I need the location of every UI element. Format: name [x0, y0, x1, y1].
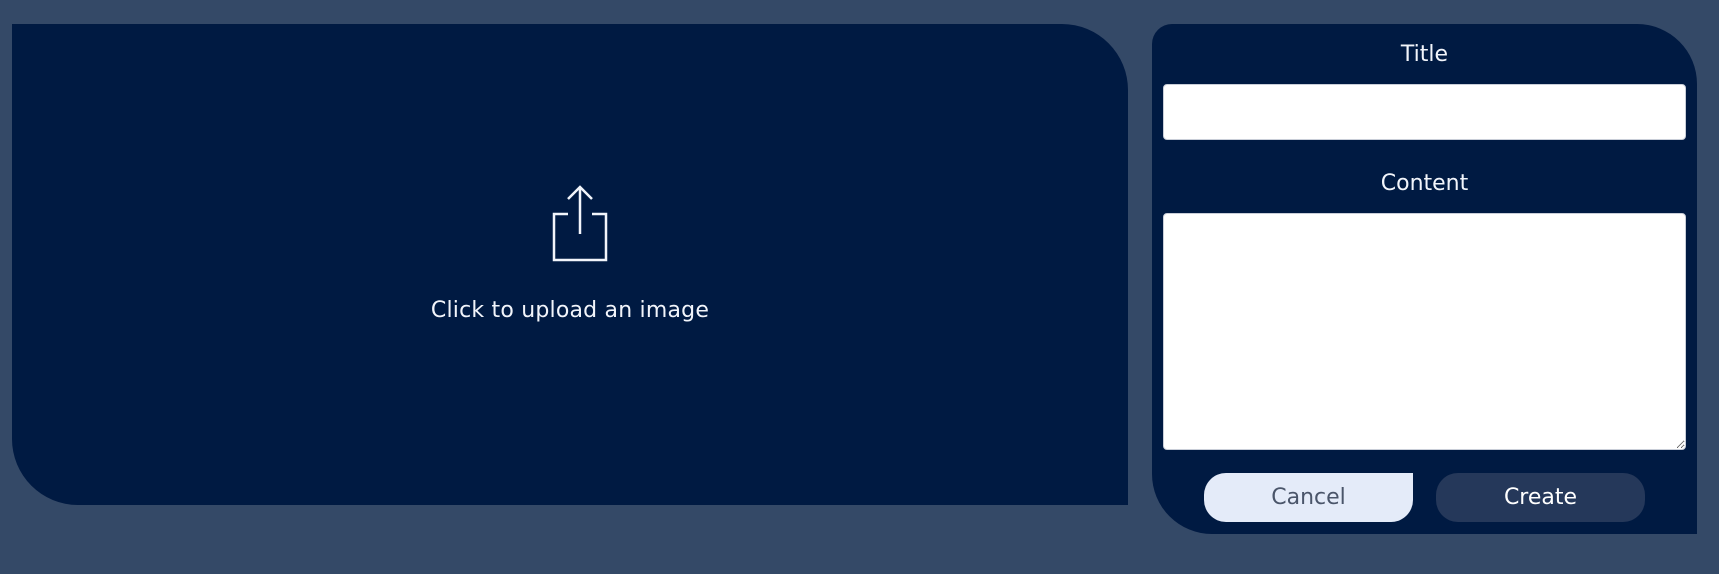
upload-icon: [552, 185, 608, 262]
upload-prompt-text: Click to upload an image: [430, 298, 710, 323]
title-label: Title: [1400, 42, 1449, 67]
cancel-button[interactable]: Cancel: [1204, 473, 1413, 522]
title-input[interactable]: [1163, 84, 1686, 140]
content-label: Content: [1380, 171, 1469, 196]
content-textarea[interactable]: [1163, 213, 1686, 450]
create-button[interactable]: Create: [1436, 473, 1645, 522]
post-form-panel: Title Content Cancel Create: [1152, 24, 1697, 534]
image-upload-area[interactable]: Click to upload an image: [12, 24, 1128, 505]
